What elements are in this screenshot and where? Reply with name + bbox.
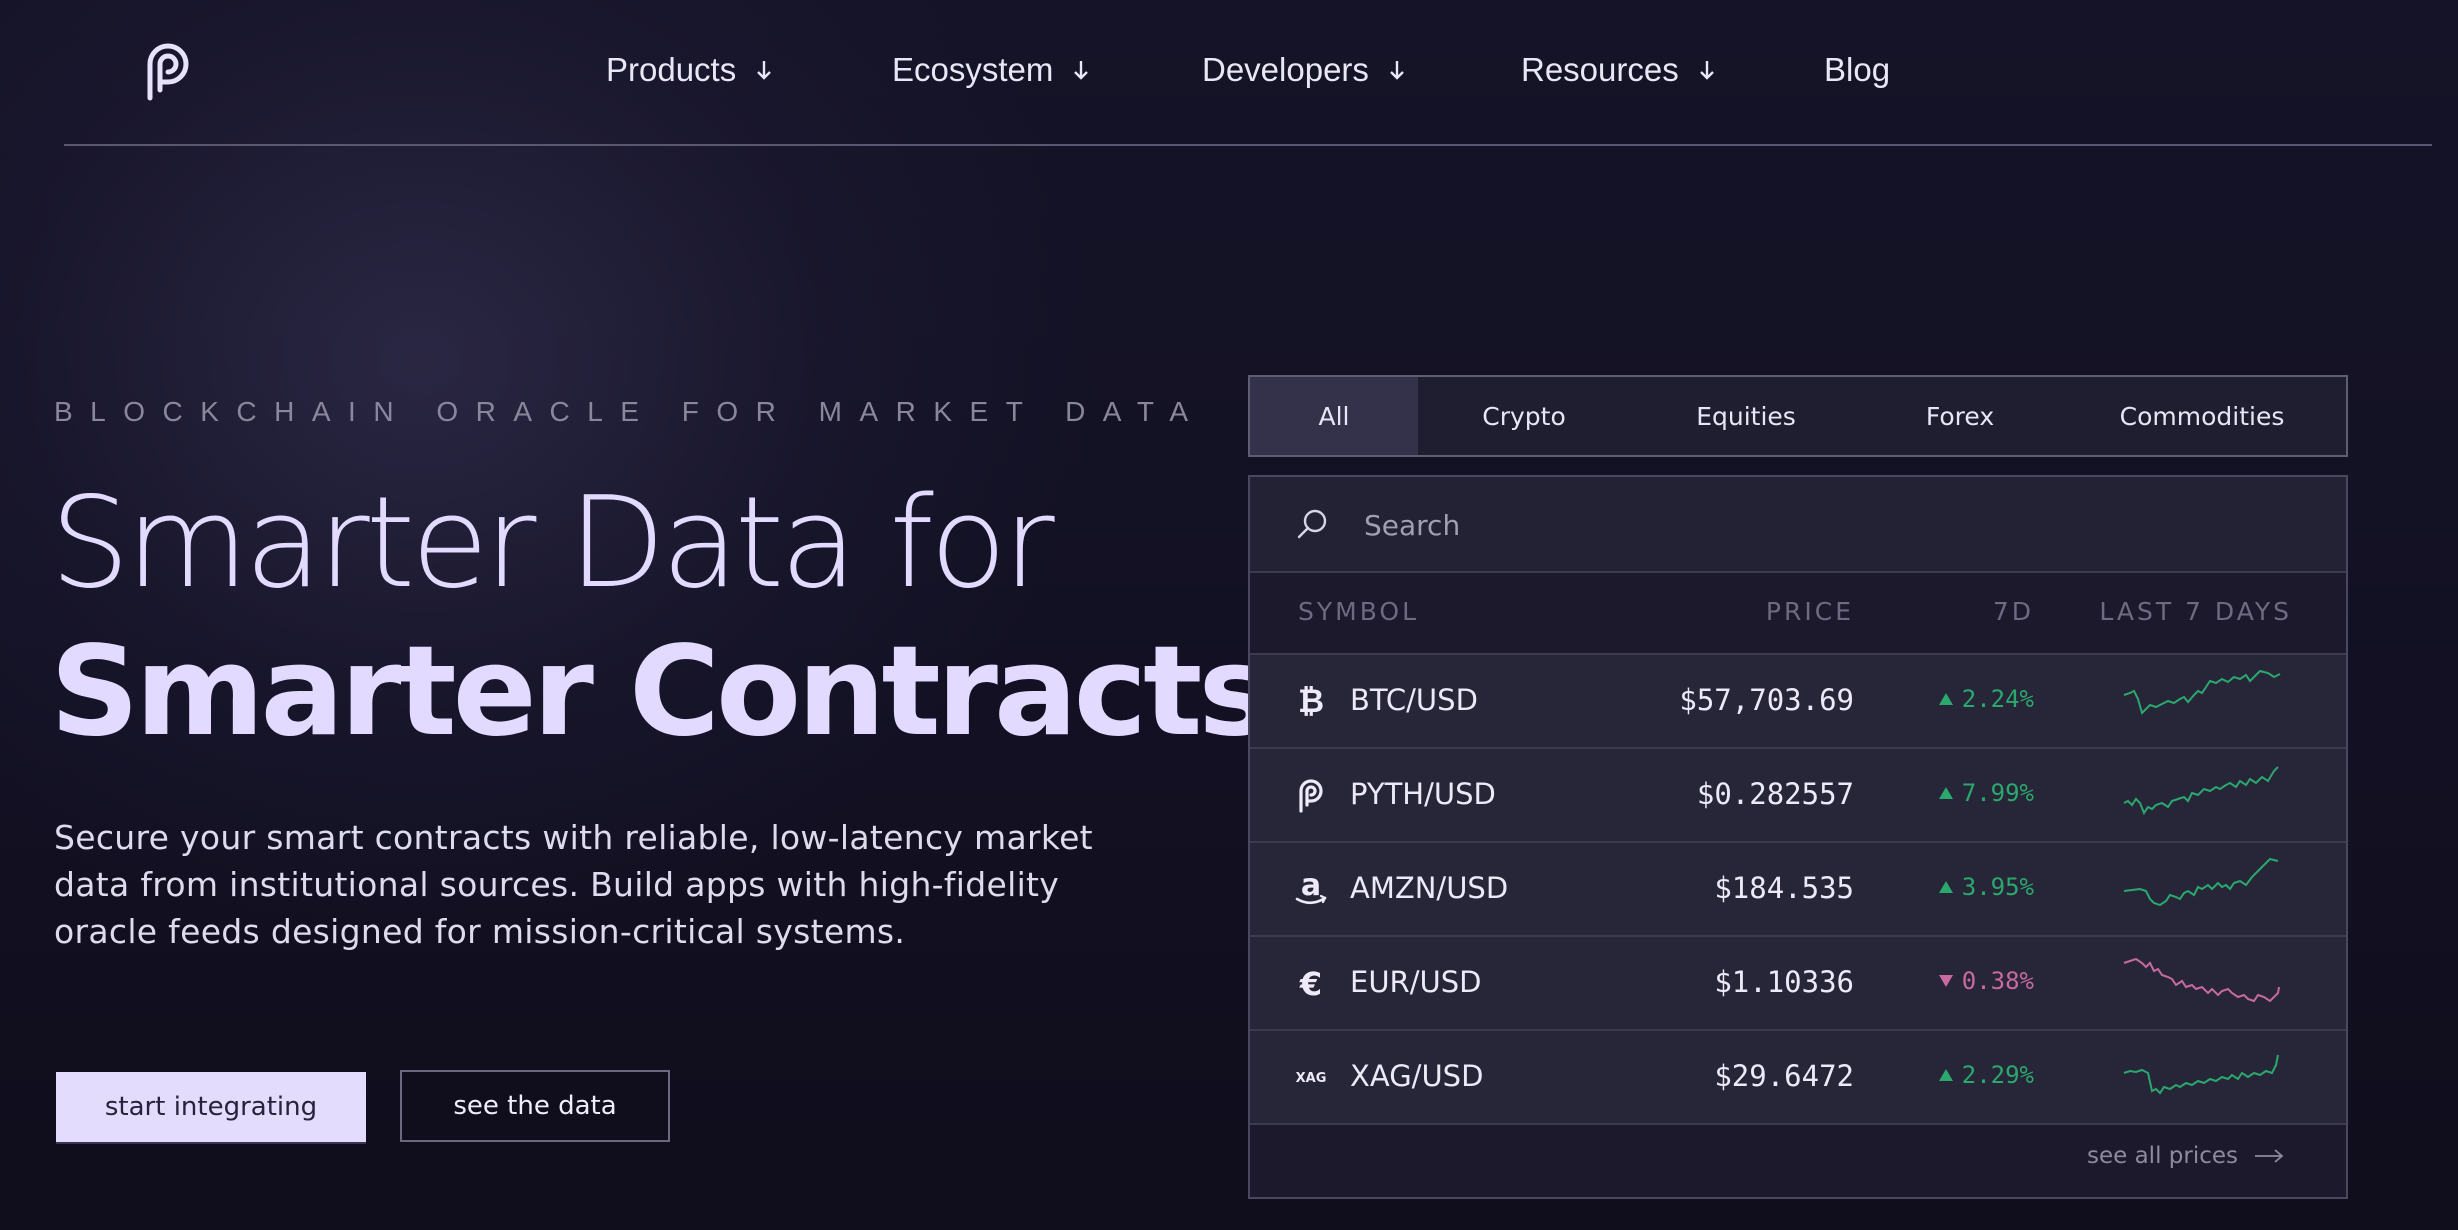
table-row[interactable]: € EUR/USD $1.10336 0.38% bbox=[1250, 937, 2346, 1031]
sparkline-chart bbox=[2123, 766, 2279, 816]
hero-title-line1: Smarter Data for bbox=[50, 469, 1055, 616]
tab-equities[interactable]: Equities bbox=[1630, 377, 1862, 455]
column-price[interactable]: PRICE bbox=[1766, 597, 1854, 626]
nav-ecosystem[interactable]: Ecosystem bbox=[892, 40, 1091, 100]
nav-divider bbox=[64, 144, 2432, 146]
table-row[interactable]: XAG XAG/USD $29.6472 2.29% bbox=[1250, 1031, 2346, 1125]
nav-developers[interactable]: Developers bbox=[1202, 40, 1407, 100]
change-value: 7.99% bbox=[1961, 779, 2034, 807]
arrow-down-icon bbox=[1074, 61, 1089, 80]
search-bar bbox=[1250, 477, 2346, 573]
triangle-up-icon bbox=[1938, 881, 1953, 893]
price-value: $57,703.69 bbox=[1679, 683, 1854, 717]
change-value: 3.95% bbox=[1961, 873, 2034, 901]
pyth-icon bbox=[1299, 779, 1323, 813]
symbol-label: AMZN/USD bbox=[1350, 871, 1509, 905]
triangle-up-icon bbox=[1938, 787, 1953, 799]
change-badge: 7.99% bbox=[1938, 779, 2034, 807]
arrow-down-icon bbox=[1699, 61, 1714, 80]
arrow-right-icon bbox=[2255, 1149, 2284, 1163]
change-value: 2.24% bbox=[1961, 685, 2034, 713]
see-the-data-button[interactable]: see the data bbox=[400, 1070, 670, 1142]
table-row[interactable]: ₿ BTC/USD $57,703.69 2.24% bbox=[1250, 655, 2346, 749]
tab-commodities[interactable]: Commodities bbox=[2058, 377, 2346, 455]
price-value: $0.282557 bbox=[1696, 777, 1854, 811]
table-row[interactable]: PYTH/USD $0.282557 7.99% bbox=[1250, 749, 2346, 843]
column-symbol[interactable]: SYMBOL bbox=[1298, 597, 1419, 626]
arrow-down-icon bbox=[757, 61, 772, 80]
change-badge: 2.24% bbox=[1938, 685, 2034, 713]
see-all-prices-link[interactable]: see all prices bbox=[2087, 1143, 2284, 1169]
hero-title-line2: Smarter Contracts bbox=[50, 620, 1272, 764]
asset-class-tabs: All Crypto Equities Forex Commodities bbox=[1248, 375, 2348, 457]
hero-description: Secure your smart contracts with reliabl… bbox=[54, 818, 1093, 951]
euro-icon: € bbox=[1299, 965, 1322, 1001]
triangle-down-icon bbox=[1938, 975, 1953, 987]
sparkline-chart bbox=[2123, 857, 2279, 907]
tab-forex[interactable]: Forex bbox=[1862, 377, 2058, 455]
change-value: 0.38% bbox=[1961, 967, 2034, 995]
change-badge: 3.95% bbox=[1938, 873, 2034, 901]
nav-developers-label: Developers bbox=[1202, 51, 1369, 88]
hero-eyebrow: BLOCKCHAIN ORACLE FOR MARKET DATA bbox=[54, 396, 1206, 427]
price-value: $184.535 bbox=[1714, 871, 1854, 905]
arrow-down-icon bbox=[1390, 61, 1404, 80]
sparkline-chart bbox=[2123, 957, 2280, 1003]
column-7d[interactable]: 7D bbox=[1993, 597, 2034, 626]
triangle-up-icon bbox=[1938, 693, 1953, 705]
svg-text:a: a bbox=[1301, 871, 1321, 903]
column-last-7-days: LAST 7 DAYS bbox=[2099, 597, 2292, 626]
nav-resources[interactable]: Resources bbox=[1521, 40, 1717, 100]
svg-text:€: € bbox=[1299, 965, 1322, 1001]
nav-products-label: Products bbox=[606, 51, 737, 88]
see-all-prices-label: see all prices bbox=[2086, 1143, 2238, 1169]
price-value: $1.10336 bbox=[1714, 965, 1854, 999]
price-feed-panel: SYMBOL PRICE 7D LAST 7 DAYS ₿ BTC/USD $5… bbox=[1248, 475, 2348, 1199]
symbol-label: EUR/USD bbox=[1350, 965, 1482, 999]
table-header: SYMBOL PRICE 7D LAST 7 DAYS bbox=[1250, 573, 2346, 655]
tab-crypto[interactable]: Crypto bbox=[1418, 377, 1630, 455]
symbol-label: PYTH/USD bbox=[1350, 777, 1496, 811]
search-icon bbox=[1297, 509, 1327, 539]
search-input[interactable] bbox=[1362, 497, 2266, 553]
nav-ecosystem-label: Ecosystem bbox=[892, 51, 1054, 88]
price-value: $29.6472 bbox=[1714, 1059, 1854, 1093]
triangle-up-icon bbox=[1938, 1069, 1953, 1081]
symbol-label: XAG/USD bbox=[1350, 1059, 1484, 1093]
sparkline-chart bbox=[2123, 669, 2281, 715]
amazon-icon: a bbox=[1295, 871, 1327, 905]
sparkline-chart bbox=[2123, 1054, 2279, 1095]
svg-text:₿: ₿ bbox=[1298, 683, 1324, 719]
nav-blog-label: Blog bbox=[1824, 51, 1891, 88]
tab-all[interactable]: All bbox=[1250, 377, 1418, 455]
xag-icon: XAG bbox=[1296, 1071, 1327, 1086]
start-integrating-button[interactable]: start integrating bbox=[56, 1072, 366, 1142]
nav-blog[interactable]: Blog bbox=[1824, 40, 1890, 100]
table-row[interactable]: a AMZN/USD $184.535 3.95% bbox=[1250, 843, 2346, 937]
bitcoin-icon: ₿ bbox=[1298, 683, 1324, 719]
change-value: 2.29% bbox=[1961, 1061, 2034, 1089]
nav-products[interactable]: Products bbox=[606, 40, 774, 100]
change-badge: 0.38% bbox=[1938, 967, 2034, 995]
nav-resources-label: Resources bbox=[1521, 51, 1679, 88]
svg-text:XAG: XAG bbox=[1296, 1071, 1327, 1086]
page: Products Ecosystem Developers Resources … bbox=[0, 0, 2458, 1230]
change-badge: 2.29% bbox=[1938, 1061, 2034, 1089]
symbol-label: BTC/USD bbox=[1350, 683, 1478, 717]
pyth-logo-icon[interactable] bbox=[140, 40, 196, 102]
